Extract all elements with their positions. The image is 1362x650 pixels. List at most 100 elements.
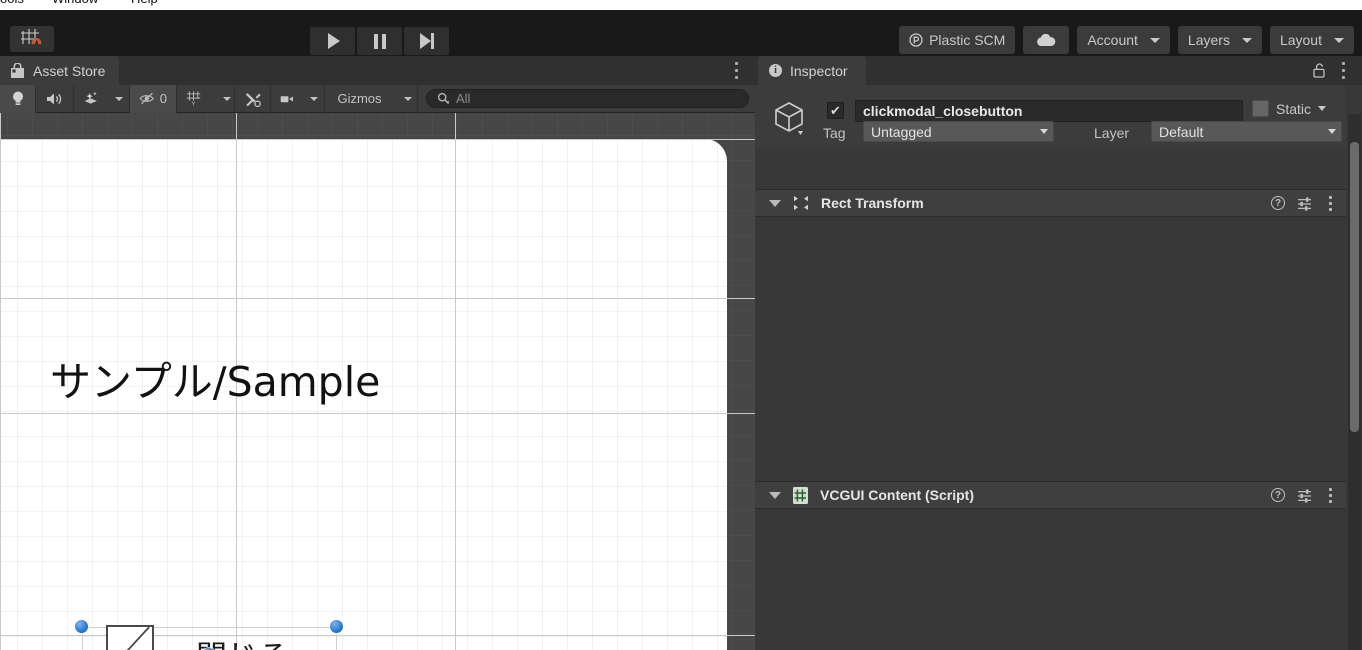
play-button[interactable] bbox=[310, 27, 355, 55]
layers-dropdown[interactable]: Layers bbox=[1178, 26, 1262, 54]
info-icon: i bbox=[769, 64, 782, 77]
account-dropdown[interactable]: Account bbox=[1077, 26, 1170, 54]
search-icon bbox=[437, 92, 450, 105]
gameobject-name-field[interactable]: clickmodal_closebutton bbox=[855, 100, 1243, 122]
scene-panel-menu-button[interactable] bbox=[729, 62, 743, 79]
guide-line-horizontal bbox=[0, 413, 755, 414]
speaker-icon bbox=[46, 92, 64, 106]
audio-toggle-button[interactable] bbox=[36, 85, 74, 113]
lightbulb-icon bbox=[11, 90, 25, 108]
chevron-down-icon bbox=[310, 97, 318, 101]
component-header-icons: ? bbox=[1271, 488, 1336, 503]
chevron-down-icon bbox=[115, 97, 123, 101]
chevron-down-icon bbox=[1242, 38, 1252, 43]
help-icon[interactable]: ? bbox=[1271, 488, 1285, 502]
grid-visibility-button[interactable]: Y bbox=[177, 85, 211, 113]
lighting-toggle-button[interactable] bbox=[0, 85, 36, 113]
fx-dropdown-button[interactable] bbox=[108, 85, 130, 113]
scene-camera-button[interactable] bbox=[271, 85, 303, 113]
os-menu-bar: ools Window Help bbox=[0, 0, 1362, 10]
static-label: Static bbox=[1276, 101, 1311, 117]
scene-canvas[interactable]: サンプル/Sample 閉じる bbox=[0, 113, 755, 650]
scene-panel-tabbar: Asset Store bbox=[0, 56, 755, 85]
rect-transform-title: Rect Transform bbox=[821, 195, 924, 211]
scene-search-wrap: All bbox=[418, 89, 755, 108]
guide-line-horizontal bbox=[0, 298, 755, 299]
tab-asset-store[interactable]: Asset Store bbox=[0, 56, 119, 85]
tab-asset-store-label: Asset Store bbox=[33, 63, 105, 79]
svg-text:Y: Y bbox=[191, 102, 195, 108]
layout-label: Layout bbox=[1280, 32, 1322, 48]
component-menu-button[interactable] bbox=[1324, 196, 1336, 211]
chevron-down-icon[interactable] bbox=[1318, 106, 1326, 111]
chevron-down-icon bbox=[404, 97, 412, 101]
gizmos-dropdown[interactable] bbox=[391, 85, 418, 113]
layers-label: Layers bbox=[1188, 32, 1230, 48]
missing-sprite-placeholder bbox=[106, 625, 154, 650]
chevron-down-icon bbox=[1040, 129, 1048, 134]
gameobject-name-value: clickmodal_closebutton bbox=[863, 103, 1022, 119]
inspector-menu-button[interactable] bbox=[1336, 62, 1350, 79]
scene-search-placeholder: All bbox=[456, 91, 470, 106]
tab-inspector[interactable]: i Inspector bbox=[758, 56, 866, 85]
rect-transform-header[interactable]: Rect Transform ? bbox=[755, 189, 1346, 217]
preset-icon[interactable] bbox=[1297, 488, 1312, 503]
help-icon[interactable]: ? bbox=[1271, 196, 1285, 210]
scene-search-input[interactable]: All bbox=[426, 89, 749, 108]
chevron-down-icon bbox=[1334, 38, 1344, 43]
gameobject-cube-icon bbox=[770, 99, 808, 137]
inspector-scroll-thumb[interactable] bbox=[1350, 142, 1359, 432]
step-button[interactable] bbox=[404, 27, 449, 55]
chevron-down-icon bbox=[1150, 38, 1160, 43]
scene-panel: Asset Store bbox=[0, 56, 755, 650]
static-group: Static bbox=[1252, 100, 1326, 117]
tag-label: Tag bbox=[823, 125, 846, 141]
hidden-eye-icon bbox=[139, 91, 156, 106]
step-icon bbox=[420, 33, 434, 49]
menu-item-help[interactable]: Help bbox=[131, 0, 158, 6]
gameobject-enabled-checkbox[interactable]: ✔ bbox=[827, 102, 844, 119]
vcgui-content-title: VCGUI Content (Script) bbox=[820, 487, 974, 503]
script-icon bbox=[792, 486, 809, 505]
inspector-scrollbar[interactable] bbox=[1348, 114, 1361, 650]
toolbar-right-group: Plastic SCM Account Layers Layout bbox=[899, 26, 1354, 54]
foldout-arrow-icon[interactable] bbox=[769, 492, 781, 499]
menu-item-window[interactable]: Window bbox=[52, 0, 98, 6]
plastic-scm-button[interactable]: Plastic SCM bbox=[899, 26, 1015, 54]
vcgui-content-header[interactable]: VCGUI Content (Script) ? bbox=[755, 481, 1346, 509]
guide-line-horizontal bbox=[0, 139, 755, 140]
preset-icon[interactable] bbox=[1297, 196, 1312, 211]
fx-toggle-button[interactable] bbox=[74, 85, 108, 113]
tab-inspector-label: Inspector bbox=[790, 63, 848, 79]
layout-dropdown[interactable]: Layout bbox=[1270, 26, 1354, 54]
scene-camera-dropdown[interactable] bbox=[303, 85, 325, 113]
selection-handle-top-right[interactable] bbox=[330, 620, 343, 633]
chevron-down-icon bbox=[1328, 129, 1336, 134]
account-label: Account bbox=[1087, 32, 1138, 48]
scene-tools-button[interactable] bbox=[235, 85, 271, 113]
menu-item-tools[interactable]: ools bbox=[0, 0, 24, 6]
static-checkbox[interactable] bbox=[1252, 100, 1269, 117]
component-menu-button[interactable] bbox=[1324, 488, 1336, 503]
grid-dropdown-button[interactable] bbox=[211, 85, 235, 113]
lock-icon[interactable] bbox=[1313, 63, 1326, 81]
foldout-arrow-icon[interactable] bbox=[769, 200, 781, 207]
grid-axis-icon: Y bbox=[186, 89, 202, 108]
inspector-body: ✔ clickmodal_closebutton Static Tag Unta… bbox=[755, 85, 1362, 650]
grid-snap-button[interactable] bbox=[10, 26, 54, 52]
hidden-objects-button[interactable]: 0 bbox=[130, 85, 177, 113]
pause-button[interactable] bbox=[357, 27, 402, 55]
cloud-button[interactable] bbox=[1023, 26, 1069, 54]
gizmos-label: Gizmos bbox=[337, 91, 381, 106]
plastic-scm-icon bbox=[909, 33, 923, 47]
layer-dropdown[interactable]: Default bbox=[1151, 121, 1342, 142]
tag-value: Untagged bbox=[871, 124, 932, 140]
component-header-icons: ? bbox=[1271, 196, 1336, 211]
tag-dropdown[interactable]: Untagged bbox=[863, 121, 1054, 142]
pause-icon bbox=[374, 34, 386, 49]
unlocked-padlock-icon bbox=[1313, 63, 1326, 78]
chevron-down-icon bbox=[223, 97, 231, 101]
selection-handle-top-left[interactable] bbox=[75, 620, 88, 633]
guide-line-vertical bbox=[455, 113, 456, 650]
gizmos-button[interactable]: Gizmos bbox=[325, 85, 391, 113]
